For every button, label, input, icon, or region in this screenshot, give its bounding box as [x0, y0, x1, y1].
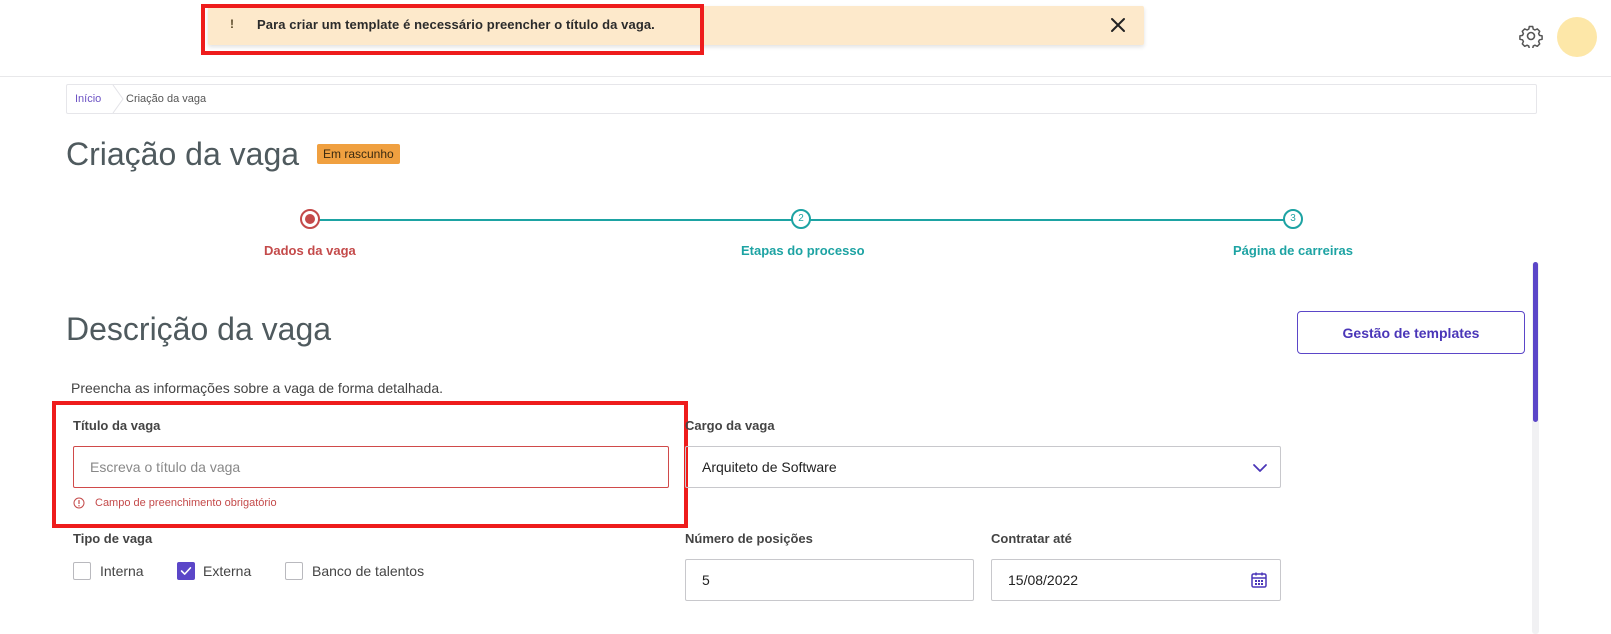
scrollbar-thumb[interactable]: [1533, 262, 1538, 422]
checkbox-externa[interactable]: [177, 562, 195, 580]
checkbox-banco-de-talentos-label[interactable]: Banco de talentos: [312, 563, 424, 579]
step-2-indicator[interactable]: 2: [791, 209, 811, 229]
breadcrumb-current: Criação da vaga: [126, 93, 207, 105]
avatar[interactable]: [1557, 17, 1597, 57]
breadcrumb-separator-icon: [112, 85, 124, 113]
step-3-indicator[interactable]: 3: [1283, 209, 1303, 229]
templates-management-button[interactable]: Gestão de templates: [1297, 311, 1525, 354]
checkbox-externa-label[interactable]: Externa: [203, 563, 251, 579]
checkbox-interna[interactable]: [73, 562, 91, 580]
check-icon: [180, 567, 192, 575]
step-1-label[interactable]: Dados da vaga: [264, 243, 356, 258]
highlight-box-toast: [201, 4, 704, 55]
section-title: Descrição da vaga: [66, 311, 332, 347]
calendar-icon[interactable]: [1250, 571, 1268, 589]
breadcrumb-home-link[interactable]: Início: [75, 93, 101, 105]
step-3-label[interactable]: Página de carreiras: [1233, 243, 1353, 258]
job-role-label: Cargo da vaga: [685, 418, 775, 433]
job-role-select[interactable]: Arquiteto de Software: [685, 446, 1281, 488]
close-icon[interactable]: [1108, 15, 1128, 35]
step-2-label[interactable]: Etapas do processo: [741, 243, 865, 258]
page-title: Criação da vaga: [66, 136, 300, 172]
hire-until-date-input[interactable]: [991, 559, 1281, 601]
positions-label: Número de posições: [685, 531, 813, 546]
job-role-value: Arquiteto de Software: [702, 459, 837, 475]
highlight-box-job-title: [52, 401, 688, 528]
positions-input[interactable]: [685, 559, 974, 601]
gear-icon[interactable]: [1519, 24, 1543, 48]
checkbox-interna-label[interactable]: Interna: [100, 563, 144, 579]
step-1-indicator[interactable]: [300, 209, 320, 229]
section-intro: Preencha as informações sobre a vaga de …: [71, 380, 444, 396]
status-badge: Em rascunho: [317, 144, 400, 164]
chevron-down-icon: [1253, 464, 1267, 472]
hire-until-label: Contratar até: [991, 531, 1072, 546]
breadcrumb: Início Criação da vaga: [66, 84, 1537, 114]
job-type-label: Tipo de vaga: [73, 531, 153, 546]
checkbox-banco-de-talentos[interactable]: [285, 562, 303, 580]
